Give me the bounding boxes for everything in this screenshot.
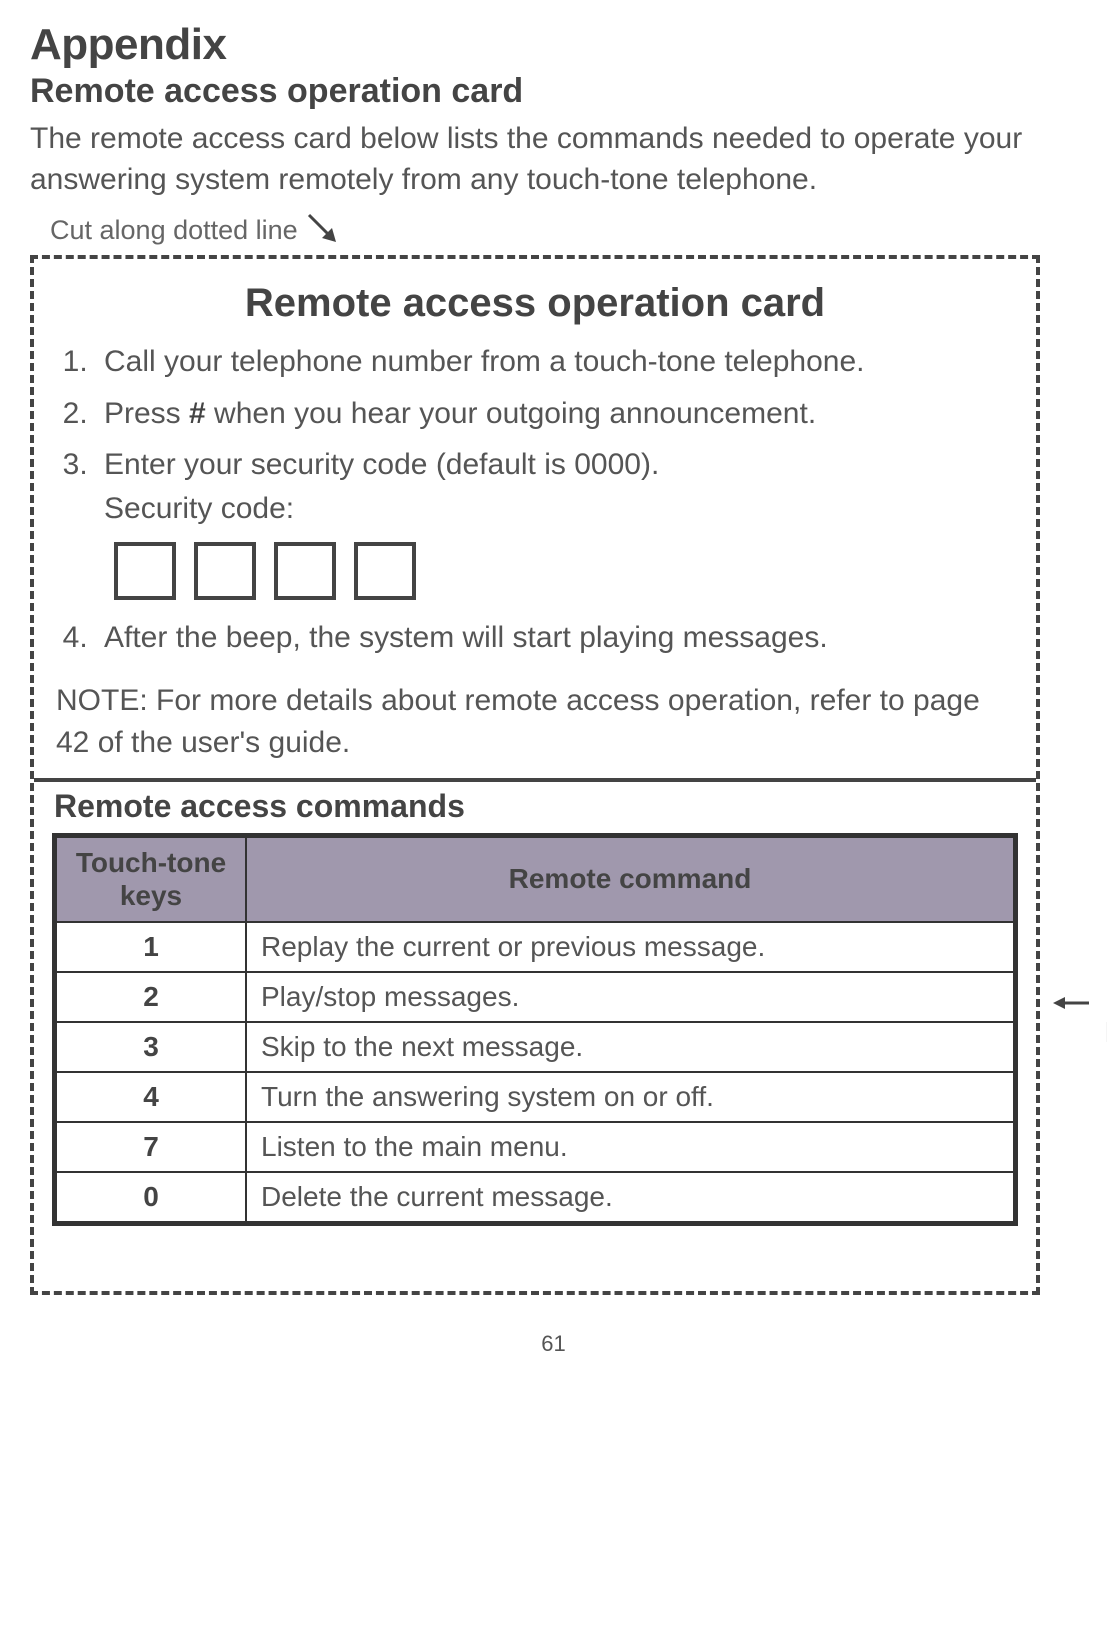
intro-paragraph: The remote access card below lists the c… xyxy=(30,119,1077,200)
commands-heading: Remote access commands xyxy=(54,788,1018,825)
command-cell: Play/stop messages. xyxy=(246,972,1014,1022)
step-text-pre: Press xyxy=(104,397,189,430)
table-row: 0 Delete the current message. xyxy=(56,1172,1014,1222)
step-2: Press # when you hear your outgoing anno… xyxy=(96,392,1018,436)
card-title: Remote access operation card xyxy=(52,281,1018,326)
step-4: After the beep, the system will start pl… xyxy=(96,616,1018,660)
step-text: Enter your security code (default is 000… xyxy=(104,448,659,481)
command-cell: Delete the current message. xyxy=(246,1172,1014,1222)
code-digit-box[interactable] xyxy=(354,542,416,600)
command-cell: Turn the answering system on or off. xyxy=(246,1072,1014,1122)
security-code-boxes xyxy=(114,542,1018,600)
command-cell: Replay the current or previous message. xyxy=(246,922,1014,972)
steps-list: Call your telephone number from a touch-… xyxy=(52,340,1018,660)
step-1: Call your telephone number from a touch-… xyxy=(96,340,1018,384)
appendix-heading: Appendix xyxy=(30,20,1077,70)
key-cell: 4 xyxy=(56,1072,246,1122)
commands-table-wrapper: Touch-tone keys Remote command 1 Replay … xyxy=(52,833,1018,1226)
table-row: 3 Skip to the next message. xyxy=(56,1022,1014,1072)
key-cell: 1 xyxy=(56,922,246,972)
arrow-down-right-icon xyxy=(304,210,344,250)
security-label: Security code: xyxy=(104,492,294,525)
table-row: 7 Listen to the main menu. xyxy=(56,1122,1014,1172)
step-3: Enter your security code (default is 000… xyxy=(96,443,1018,600)
step-text: After the beep, the system will start pl… xyxy=(104,621,828,654)
table-header-keys: Touch-tone keys xyxy=(56,837,246,922)
command-cell: Skip to the next message. xyxy=(246,1022,1014,1072)
command-cell: Listen to the main menu. xyxy=(246,1122,1014,1172)
table-header-command: Remote command xyxy=(246,837,1014,922)
key-cell: 0 xyxy=(56,1172,246,1222)
code-digit-box[interactable] xyxy=(274,542,336,600)
step-bold: # xyxy=(189,397,206,430)
table-row: 2 Play/stop messages. xyxy=(56,972,1014,1022)
table-row: 4 Turn the answering system on or off. xyxy=(56,1072,1014,1122)
code-digit-box[interactable] xyxy=(194,542,256,600)
table-row: 1 Replay the current or previous message… xyxy=(56,922,1014,972)
step-text: Call your telephone number from a touch-… xyxy=(104,345,864,378)
key-cell: 3 xyxy=(56,1022,246,1072)
step-text-post: when you hear your outgoing announcement… xyxy=(206,397,816,430)
cut-instruction-text: Cut along dotted line xyxy=(50,215,298,246)
operation-card: Remote access operation card Call your t… xyxy=(30,255,1040,1295)
note-text: NOTE: For more details about remote acce… xyxy=(56,680,1018,764)
page-number: 61 xyxy=(30,1331,1077,1357)
code-digit-box[interactable] xyxy=(114,542,176,600)
commands-table: Touch-tone keys Remote command 1 Replay … xyxy=(55,836,1015,1223)
arrow-left-icon xyxy=(1051,993,1091,1013)
key-cell: 7 xyxy=(56,1122,246,1172)
cut-instruction: Cut along dotted line xyxy=(50,210,1077,250)
fold-line-divider xyxy=(34,778,1036,782)
key-cell: 2 xyxy=(56,972,246,1022)
section-subtitle: Remote access operation card xyxy=(30,72,1077,111)
